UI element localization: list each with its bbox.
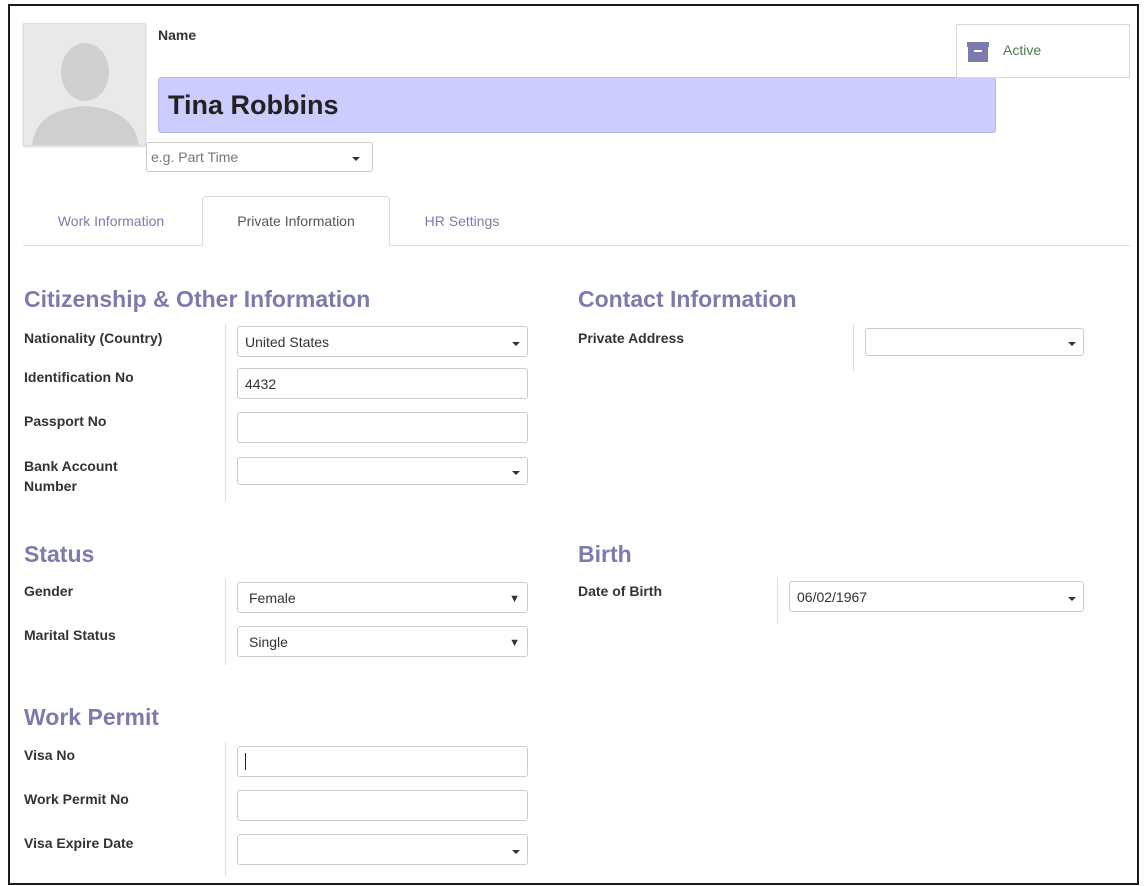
tab-label: Private Information: [237, 213, 355, 229]
visa-no-label: Visa No: [24, 747, 76, 763]
status-section-title: Status: [24, 541, 95, 567]
visa-no-input[interactable]: [237, 746, 528, 777]
bank-account-label: Bank Account Number: [24, 456, 118, 496]
active-toggle-button[interactable]: Active: [956, 24, 1130, 78]
tab-hr-settings[interactable]: HR Settings: [392, 196, 532, 246]
date-of-birth-select[interactable]: 06/02/1967: [789, 581, 1084, 612]
category-select[interactable]: e.g. Part Time: [146, 142, 373, 172]
visa-expire-date-label: Visa Expire Date: [24, 835, 134, 851]
gender-label: Gender: [24, 583, 74, 599]
employee-form: Name Tina Robbins e.g. Part Time Active …: [8, 4, 1139, 885]
tab-private-information[interactable]: Private Information: [202, 196, 390, 246]
work-permit-no-input[interactable]: [237, 790, 528, 821]
nationality-value: United States: [245, 333, 330, 350]
person-silhouette-icon: [24, 24, 145, 145]
private-address-label: Private Address: [578, 330, 685, 346]
contact-divider: [853, 324, 854, 371]
marital-status-select[interactable]: Single ▼: [237, 626, 528, 657]
category-placeholder: e.g. Part Time: [151, 149, 239, 165]
work-permit-divider: [225, 742, 226, 876]
chevron-down-icon: [1068, 597, 1076, 601]
contact-section-title: Contact Information: [578, 286, 797, 312]
chevron-down-icon: [512, 342, 520, 346]
triangle-down-icon: ▼: [509, 637, 520, 649]
work-permit-no-label: Work Permit No: [24, 791, 129, 807]
chevron-down-icon: [1068, 342, 1076, 346]
nationality-select[interactable]: United States: [237, 326, 528, 357]
tab-work-information[interactable]: Work Information: [23, 196, 199, 246]
gender-value: Female: [249, 589, 296, 606]
birth-divider: [777, 577, 778, 624]
date-of-birth-label: Date of Birth: [578, 583, 662, 599]
marital-status-label: Marital Status: [24, 627, 116, 643]
tab-label: Work Information: [57, 213, 165, 229]
citizenship-section-title: Citizenship & Other Information: [24, 286, 371, 312]
visa-expire-date-select[interactable]: [237, 834, 528, 865]
birth-section-title: Birth: [578, 541, 632, 567]
bank-account-select[interactable]: [237, 457, 528, 485]
marital-status-value: Single: [249, 633, 288, 650]
name-value: Tina Robbins: [168, 89, 339, 120]
name-label: Name: [158, 27, 197, 43]
identification-input[interactable]: 4432: [237, 368, 528, 399]
status-divider: [225, 579, 226, 665]
passport-input[interactable]: [237, 412, 528, 443]
passport-label: Passport No: [24, 413, 107, 429]
date-of-birth-value: 06/02/1967: [797, 588, 868, 605]
text-cursor: [245, 753, 246, 770]
archive-icon: [967, 42, 989, 62]
tab-label: HR Settings: [424, 213, 500, 229]
name-field[interactable]: Tina Robbins: [158, 77, 996, 133]
chevron-down-icon: [352, 157, 360, 161]
active-label: Active: [1003, 42, 1042, 58]
chevron-down-icon: [512, 850, 520, 854]
citizenship-divider: [225, 324, 226, 501]
identification-label: Identification No: [24, 369, 134, 385]
identification-value: 4432: [245, 375, 277, 392]
avatar[interactable]: [23, 23, 146, 146]
chevron-down-icon: [512, 471, 520, 475]
bank-label-line1: Bank Account: [24, 458, 118, 474]
nationality-label: Nationality (Country): [24, 330, 163, 346]
bank-label-line2: Number: [24, 478, 77, 494]
work-permit-section-title: Work Permit: [24, 704, 160, 730]
triangle-down-icon: ▼: [509, 593, 520, 605]
private-address-select[interactable]: [865, 328, 1084, 356]
gender-select[interactable]: Female ▼: [237, 582, 528, 613]
